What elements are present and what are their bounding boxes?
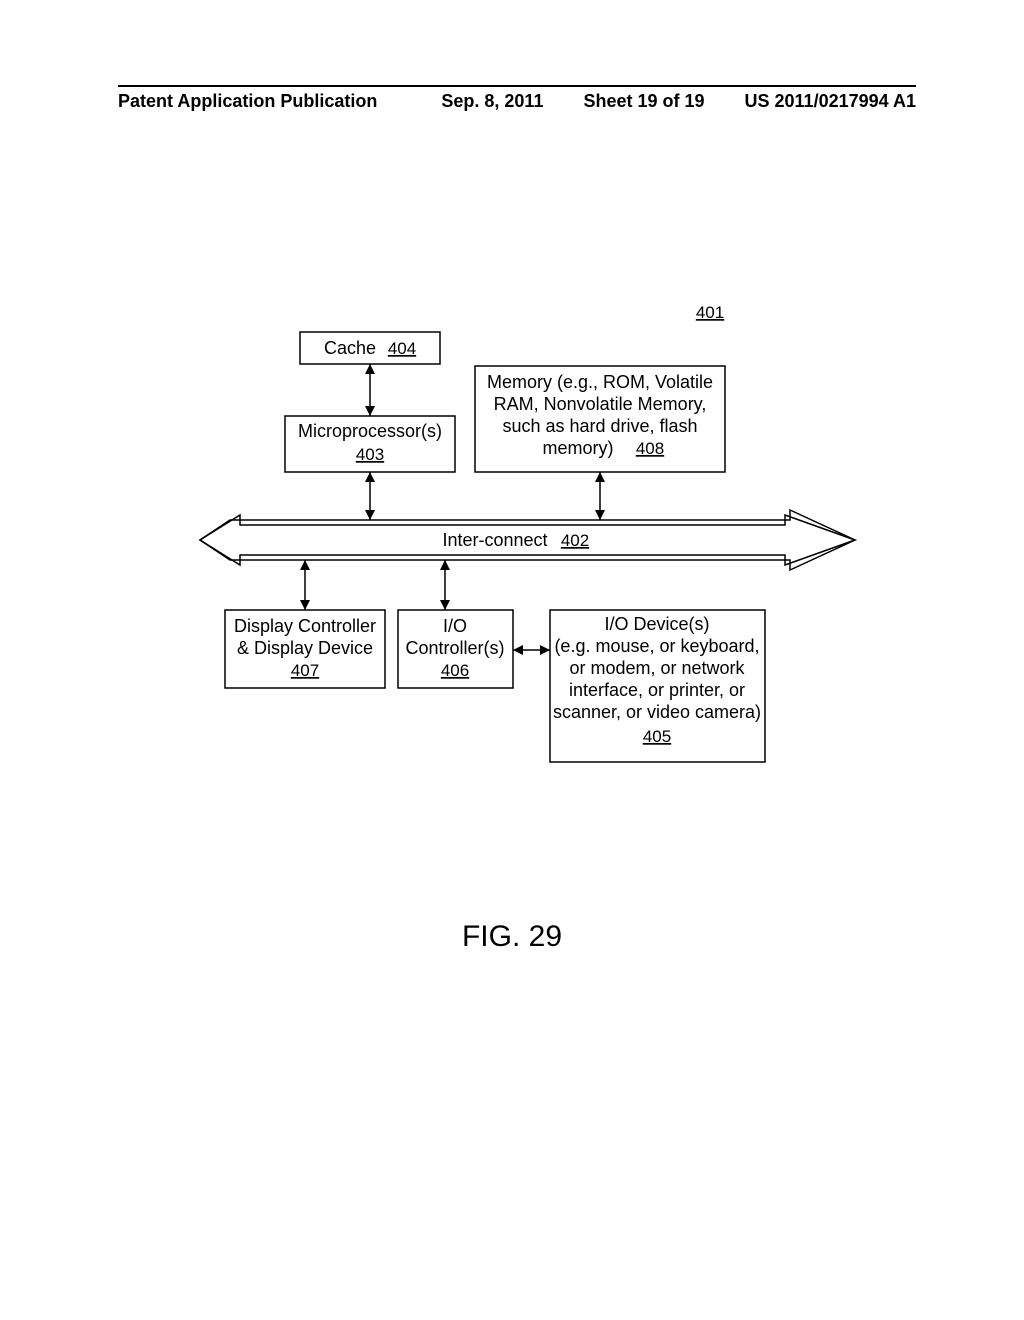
memory-l1: Memory (e.g., ROM, Volatile [487, 372, 713, 392]
memory-l2: RAM, Nonvolatile Memory, [494, 394, 707, 414]
memory-l4: memory) [543, 438, 614, 458]
ref-system: 401 [696, 303, 724, 322]
micro-ref: 403 [356, 445, 384, 464]
cache-ref: 404 [388, 339, 416, 358]
display-ref: 407 [291, 661, 319, 680]
display-l2: & Display Device [237, 638, 373, 658]
interconnect-label: Inter-connect [442, 530, 547, 550]
iodev-ref: 405 [643, 727, 671, 746]
cache-label: Cache [324, 338, 376, 358]
micro-label: Microprocessor(s) [298, 421, 442, 441]
arrowhead-icon [365, 472, 375, 482]
display-l1: Display Controller [234, 616, 376, 636]
arrowhead-icon [513, 645, 523, 655]
header-date: Sep. 8, 2011 [441, 91, 543, 112]
iodev-l4: interface, or printer, or [569, 680, 745, 700]
block-diagram: 401 Cache 404 Microprocessor(s) 403 Memo… [230, 310, 870, 830]
arrowhead-icon [300, 560, 310, 570]
arrowhead-icon [300, 600, 310, 610]
iodev-l2: (e.g. mouse, or keyboard, [554, 636, 759, 656]
arrowhead-icon [365, 510, 375, 520]
arrowhead-icon [365, 406, 375, 416]
iodev-l5: scanner, or video camera) [553, 702, 761, 722]
header-title: Patent Application Publication [118, 91, 441, 112]
interconnect-ref: 402 [561, 531, 589, 550]
arrowhead-icon [440, 600, 450, 610]
ioctrl-ref: 406 [441, 661, 469, 680]
arrowhead-icon [595, 510, 605, 520]
arrowhead-icon [540, 645, 550, 655]
arrowhead-icon [365, 364, 375, 374]
header-sheet: Sheet 19 of 19 [583, 91, 704, 112]
memory-l3: such as hard drive, flash [502, 416, 697, 436]
ioctrl-l2: Controller(s) [405, 638, 504, 658]
arrowhead-icon [440, 560, 450, 570]
iodev-l3: or modem, or network [569, 658, 745, 678]
arrowhead-icon [595, 472, 605, 482]
iodev-l1: I/O Device(s) [604, 614, 709, 634]
figure-caption: FIG. 29 [0, 920, 1024, 954]
header-docnum: US 2011/0217994 A1 [745, 91, 916, 112]
page-header: Patent Application Publication Sep. 8, 2… [118, 85, 916, 112]
page: Patent Application Publication Sep. 8, 2… [0, 0, 1024, 1320]
ioctrl-l1: I/O [443, 616, 467, 636]
memory-ref: 408 [636, 439, 664, 458]
diagram-svg: 401 Cache 404 Microprocessor(s) 403 Memo… [230, 310, 870, 830]
